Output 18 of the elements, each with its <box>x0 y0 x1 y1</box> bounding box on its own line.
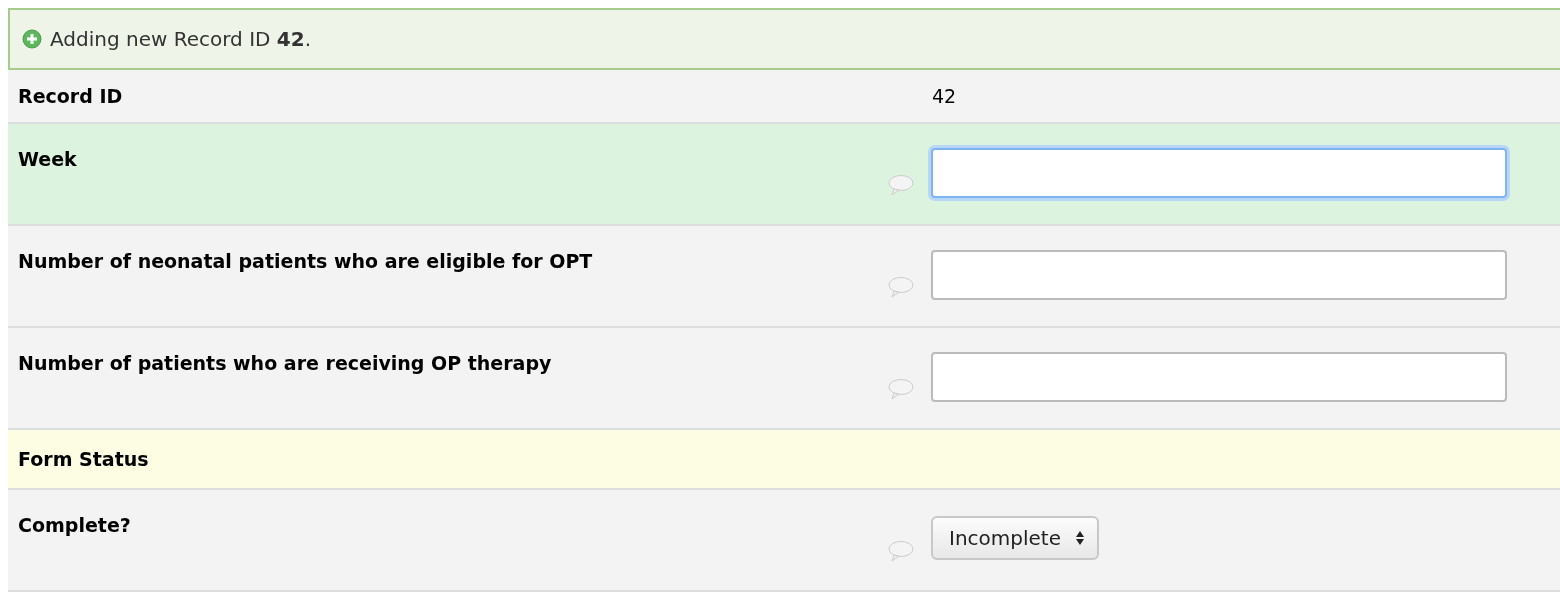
add-icon <box>22 29 42 49</box>
field-label: Number of neonatal patients who are eligible for OPT <box>18 250 594 274</box>
field-label: Complete? <box>18 514 132 538</box>
comment-icon[interactable] <box>888 378 914 400</box>
status-dropdown[interactable]: Incomplete <box>931 516 1099 560</box>
field-label: Week <box>18 148 78 172</box>
record-id-value: 42 <box>931 85 957 107</box>
comment-icon[interactable] <box>888 276 914 298</box>
text-field[interactable] <box>931 250 1507 300</box>
text-field[interactable] <box>931 352 1507 402</box>
field-label: Number of patients who are receiving OP therapy <box>18 352 553 376</box>
section-header: Form Status <box>18 448 150 470</box>
comment-icon[interactable] <box>888 174 914 196</box>
field-label: Record ID <box>18 85 124 107</box>
notice-text: Adding new Record ID 42. <box>50 27 312 51</box>
updown-arrows-icon <box>1075 530 1085 546</box>
comment-icon[interactable] <box>888 540 914 562</box>
text-field[interactable] <box>931 148 1507 198</box>
